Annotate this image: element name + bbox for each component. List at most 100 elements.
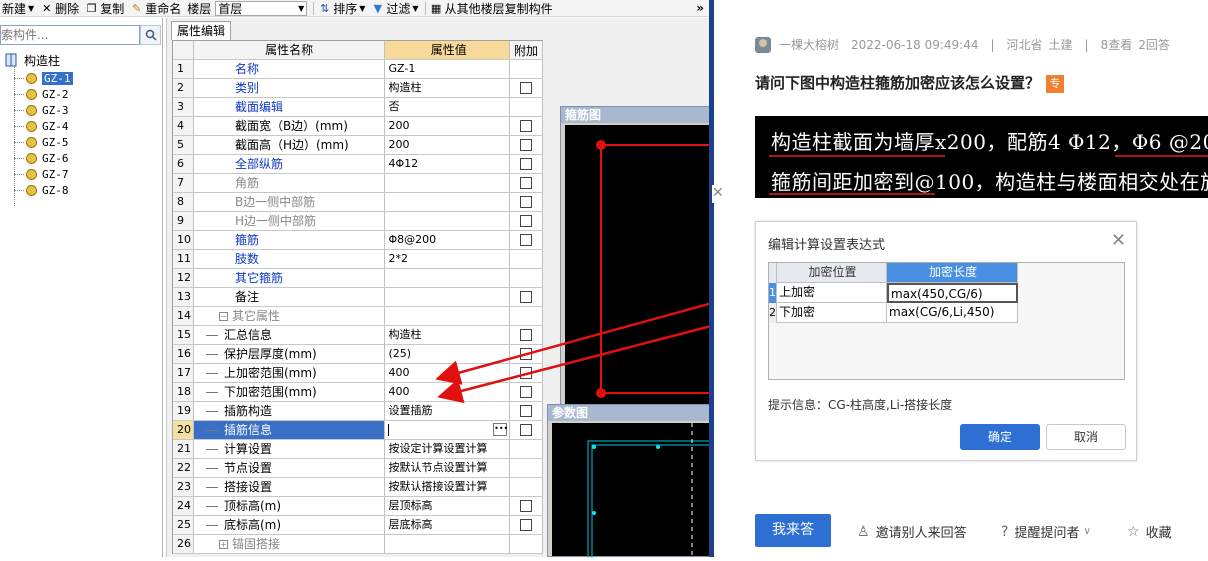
property-value[interactable]: 400	[385, 383, 511, 401]
add-checkbox[interactable]	[520, 139, 533, 151]
property-row[interactable]: 16 保护层厚度(mm) (25)	[173, 345, 544, 364]
add-checkbox[interactable]	[520, 215, 533, 227]
property-row[interactable]: 15 汇总信息 构造柱	[173, 326, 544, 345]
search-button[interactable]	[140, 25, 161, 45]
density-length[interactable]: max(450,CG/6)	[887, 283, 1018, 303]
property-row[interactable]: 6 全部纵筋 4Φ12	[173, 155, 544, 174]
property-value[interactable]: 2*2	[385, 250, 511, 268]
density-length[interactable]: max(CG/6,Li,450)	[887, 303, 1018, 323]
property-row[interactable]: 8 B边一侧中部筋	[173, 193, 544, 212]
add-checkbox[interactable]	[520, 177, 533, 189]
property-value[interactable]: (25)	[385, 345, 511, 363]
property-value[interactable]	[385, 535, 511, 553]
collapse-icon[interactable]: −	[218, 312, 228, 321]
property-value[interactable]: Φ8@200	[385, 231, 511, 249]
add-checkbox[interactable]	[520, 120, 533, 132]
cancel-button[interactable]: 取消	[1046, 424, 1126, 450]
property-row[interactable]: 17 上加密范围(mm) 400	[173, 364, 544, 383]
property-row[interactable]: 4 截面宽（B边）(mm) 200	[173, 117, 544, 136]
property-row[interactable]: 3 截面编辑 否	[173, 98, 544, 117]
property-row[interactable]: 13 备注	[173, 288, 544, 307]
copy-from-floor-button[interactable]: ▦ 从其他楼层复制构件	[428, 0, 557, 16]
property-value[interactable]: 按设定计算设置计算	[385, 440, 511, 458]
new-button[interactable]: 新建 ▼	[0, 0, 38, 16]
property-value[interactable]	[385, 288, 511, 306]
tree-item[interactable]: GZ-3	[26, 102, 69, 118]
ellipsis-button[interactable]: •••	[493, 423, 508, 436]
property-value[interactable]: 400	[385, 364, 511, 382]
property-value[interactable]	[385, 193, 511, 211]
property-value[interactable]	[385, 307, 511, 325]
tree-item[interactable]: GZ-5	[26, 134, 69, 150]
add-checkbox[interactable]	[520, 196, 533, 208]
overflow-button[interactable]: »	[696, 1, 710, 15]
favorite-button[interactable]: ☆ 收藏	[1127, 522, 1172, 542]
property-row[interactable]: 10 箍筋 Φ8@200	[173, 231, 544, 250]
search-input[interactable]: 索构件...	[0, 25, 140, 45]
property-value[interactable]: 构造柱	[385, 326, 511, 344]
tree-item[interactable]: GZ-8	[26, 182, 69, 198]
property-value[interactable]: GZ-1	[385, 60, 511, 78]
avatar[interactable]	[755, 36, 771, 53]
property-row[interactable]: 22 节点设置 按默认节点设置计算	[173, 459, 544, 478]
add-checkbox[interactable]	[520, 500, 533, 512]
property-row[interactable]: 9 H边一侧中部筋	[173, 212, 544, 231]
property-value[interactable]: 构造柱	[385, 79, 511, 97]
filter-button[interactable]: ▼ 过滤 ▼	[369, 0, 422, 16]
add-checkbox[interactable]	[520, 291, 533, 303]
add-checkbox[interactable]	[520, 386, 533, 398]
copy-button[interactable]: ❐ 复制	[83, 0, 128, 16]
tree-item[interactable]: GZ-4	[26, 118, 69, 134]
property-row[interactable]: 21 计算设置 按设定计算设置计算	[173, 440, 544, 459]
property-value[interactable]: 按默认节点设置计算	[385, 459, 511, 477]
add-checkbox[interactable]	[520, 158, 533, 170]
ok-button[interactable]: 确定	[960, 424, 1040, 450]
add-checkbox[interactable]	[520, 424, 533, 436]
property-value[interactable]	[385, 212, 511, 230]
expand-icon[interactable]: +	[218, 540, 228, 549]
invite-button[interactable]: ♙ 邀请别人来回答	[857, 522, 967, 542]
property-row[interactable]: 19 插筋构造 设置插筋	[173, 402, 544, 421]
property-row[interactable]: 2 类别 构造柱	[173, 79, 544, 98]
property-row[interactable]: 5 截面高（H边）(mm) 200	[173, 136, 544, 155]
property-row[interactable]: 20 插筋信息 •••	[173, 421, 544, 440]
property-row[interactable]: 1 名称 GZ-1	[173, 60, 544, 79]
property-row[interactable]: 26 + 锚固搭接	[173, 535, 543, 554]
property-value[interactable]: 200	[385, 117, 511, 135]
sort-button[interactable]: ⇅ 排序 ▼	[316, 0, 369, 16]
property-value[interactable]	[385, 269, 511, 287]
remind-button[interactable]: ? 提醒提问者 ∨	[1001, 522, 1091, 542]
author-name[interactable]: 一棵大榕树	[779, 36, 839, 53]
property-value[interactable]: 200	[385, 136, 511, 154]
tree-item[interactable]: GZ-2	[26, 86, 69, 102]
add-checkbox[interactable]	[520, 329, 533, 341]
expression-row[interactable]: 2 下加密 max(CG/6,Li,450)	[769, 303, 1124, 323]
floor-select[interactable]: 首层 ▼	[215, 0, 308, 16]
property-value[interactable]: 层顶标高	[385, 497, 511, 515]
property-value[interactable]: 4Φ12	[385, 155, 511, 173]
property-row[interactable]: 23 搭接设置 按默认搭接设置计算	[173, 478, 544, 497]
property-row[interactable]: 14− 其它属性	[173, 307, 543, 326]
tree-root[interactable]: 构造柱	[4, 52, 60, 68]
tree-item[interactable]: GZ-7	[26, 166, 69, 182]
expression-row[interactable]: 1 上加密 max(450,CG/6)	[769, 283, 1124, 303]
delete-button[interactable]: ✕ 删除	[38, 0, 83, 16]
tree-item[interactable]: GZ-1	[26, 70, 73, 86]
property-row[interactable]: 11 肢数 2*2	[173, 250, 544, 269]
add-checkbox[interactable]	[520, 348, 533, 360]
add-checkbox[interactable]	[520, 234, 533, 246]
close-icon[interactable]: ✕	[712, 185, 728, 203]
close-icon[interactable]: ✕	[1111, 230, 1126, 251]
property-row[interactable]: 25 底标高(m) 层底标高	[173, 516, 544, 535]
answer-button[interactable]: 我来答	[755, 514, 831, 547]
rename-button[interactable]: ✎ 重命名	[128, 0, 185, 16]
property-value[interactable]: 按默认搭接设置计算	[385, 478, 511, 496]
tree-item[interactable]: GZ-6	[26, 150, 69, 166]
property-value[interactable]: 否	[385, 98, 511, 116]
add-checkbox[interactable]	[520, 519, 533, 531]
add-checkbox[interactable]	[520, 405, 533, 417]
property-row[interactable]: 18 下加密范围(mm) 400	[173, 383, 544, 402]
property-value[interactable]: •••	[385, 421, 511, 439]
property-value[interactable]: 层底标高	[385, 516, 511, 534]
property-row[interactable]: 24 顶标高(m) 层顶标高	[173, 497, 544, 516]
